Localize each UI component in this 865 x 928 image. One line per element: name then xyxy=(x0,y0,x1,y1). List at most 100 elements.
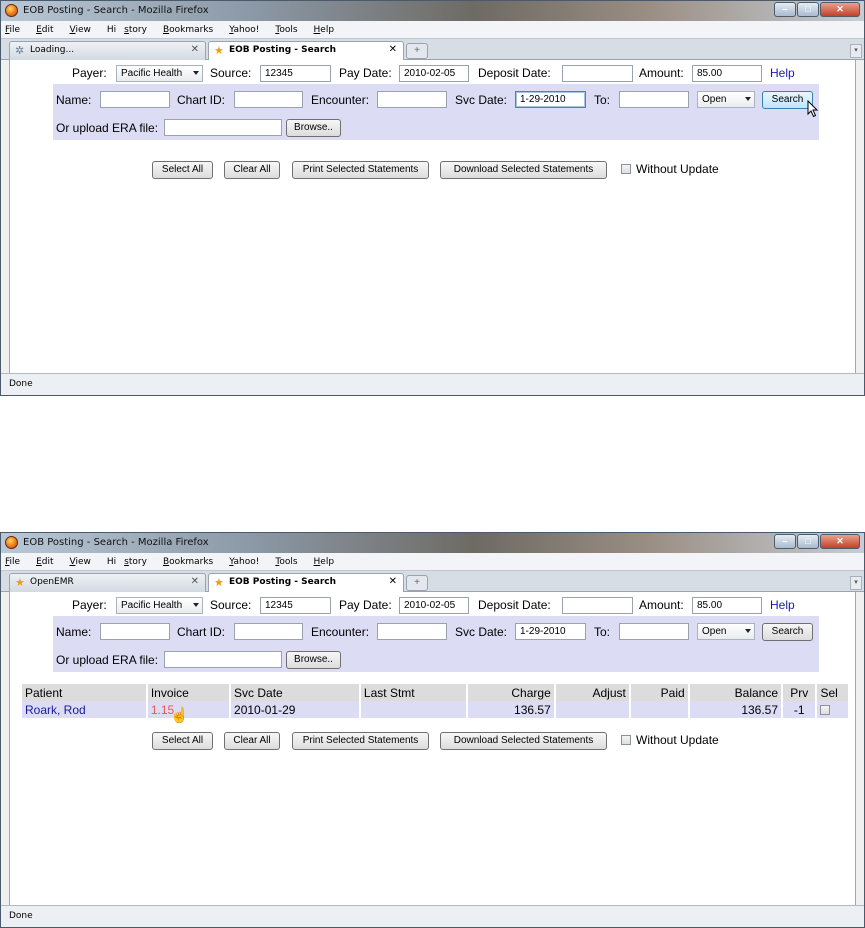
encounter-label: Encounter: xyxy=(311,93,370,107)
name-input[interactable] xyxy=(100,91,170,108)
title-bar[interactable]: EOB Posting - Search - Mozilla Firefox –… xyxy=(1,1,864,21)
tab-openemr[interactable]: ★ OpenEMR ✕ xyxy=(9,573,206,592)
close-tab-icon[interactable]: ✕ xyxy=(389,44,397,55)
era-file-input[interactable] xyxy=(164,119,282,136)
deposit-date-input[interactable] xyxy=(562,597,633,614)
new-tab-button[interactable]: + xyxy=(406,575,428,591)
select-all-button[interactable]: Select All xyxy=(152,161,213,179)
col-svc-date: Svc Date xyxy=(231,684,359,701)
maximize-button[interactable]: □ xyxy=(797,534,819,549)
close-tab-icon[interactable]: ✕ xyxy=(191,44,199,55)
without-update-checkbox[interactable] xyxy=(621,735,631,745)
deposit-date-input[interactable] xyxy=(562,65,633,82)
print-selected-button[interactable]: Print Selected Statements xyxy=(292,732,429,750)
select-all-button[interactable]: Select All xyxy=(152,732,213,750)
menu-edit[interactable]: Edit xyxy=(36,557,61,567)
title-bar[interactable]: EOB Posting - Search - Mozilla Firefox –… xyxy=(1,533,864,553)
search-button[interactable]: Search xyxy=(762,91,813,109)
tab-eob-posting[interactable]: ★ EOB Posting - Search ✕ xyxy=(208,41,404,61)
maximize-button[interactable]: □ xyxy=(797,2,819,17)
menu-view[interactable]: View xyxy=(70,557,99,567)
without-update-checkbox[interactable] xyxy=(621,164,631,174)
svc-date-to-input[interactable] xyxy=(619,623,689,640)
print-selected-button[interactable]: Print Selected Statements xyxy=(292,161,429,179)
help-link[interactable]: Help xyxy=(770,66,795,80)
browser-window-after: EOB Posting - Search - Mozilla Firefox –… xyxy=(0,532,865,928)
encounter-input[interactable] xyxy=(377,91,447,108)
name-input[interactable] xyxy=(100,623,170,640)
menu-view[interactable]: View xyxy=(70,25,99,35)
close-window-button[interactable]: ✕ xyxy=(820,534,860,549)
search-button[interactable]: Search xyxy=(762,623,813,641)
menu-yahoo[interactable]: Yahoo! xyxy=(229,557,267,567)
charge-cell: 136.57 xyxy=(468,701,554,718)
menu-file[interactable]: File xyxy=(5,25,28,35)
source-input[interactable]: 12345 xyxy=(260,597,331,614)
menu-history[interactable]: Hi story xyxy=(107,557,155,567)
menu-help[interactable]: Help xyxy=(314,557,343,567)
status-select[interactable]: Open xyxy=(697,91,755,108)
pay-date-input[interactable]: 2010-02-05 xyxy=(399,597,469,614)
menu-bookmarks[interactable]: Bookmarks xyxy=(163,557,221,567)
menu-tools[interactable]: Tools xyxy=(275,557,305,567)
era-file-input[interactable] xyxy=(164,651,282,668)
chevron-down-icon xyxy=(745,629,751,633)
firefox-icon xyxy=(5,4,18,17)
source-input[interactable]: 12345 xyxy=(260,65,331,82)
menu-tools[interactable]: Tools xyxy=(275,25,305,35)
help-link[interactable]: Help xyxy=(770,598,795,612)
row-select-checkbox[interactable] xyxy=(820,704,831,715)
page-content: Payer: Pacific Health Source: 12345 Pay … xyxy=(9,60,856,373)
col-balance: Balance xyxy=(689,684,782,701)
browse-button[interactable]: Browse.. xyxy=(286,119,341,137)
close-window-button[interactable]: ✕ xyxy=(820,2,860,17)
tab-eob-posting[interactable]: ★ EOB Posting - Search ✕ xyxy=(208,573,404,593)
amount-input[interactable]: 85.00 xyxy=(692,65,762,82)
pay-date-label: Pay Date: xyxy=(339,598,392,612)
to-label: To: xyxy=(594,625,611,639)
close-tab-icon[interactable]: ✕ xyxy=(191,576,199,587)
minimize-button[interactable]: – xyxy=(774,2,796,17)
payer-select[interactable]: Pacific Health xyxy=(116,597,203,614)
amount-label: Amount: xyxy=(639,66,684,80)
patient-link[interactable]: Roark, Rod xyxy=(22,701,146,718)
svc-date-to-input[interactable] xyxy=(619,91,689,108)
menu-edit[interactable]: Edit xyxy=(36,25,61,35)
menu-bar: File Edit View Hi story Bookmarks Yahoo! … xyxy=(1,553,864,570)
menu-file[interactable]: File xyxy=(5,557,28,567)
menu-yahoo[interactable]: Yahoo! xyxy=(229,25,267,35)
new-tab-button[interactable]: + xyxy=(406,43,428,59)
tab-scroll-icon[interactable]: ▾ xyxy=(850,576,862,590)
tab-loading[interactable]: ✲ Loading... ✕ xyxy=(9,41,206,60)
close-tab-icon[interactable]: ✕ xyxy=(389,576,397,587)
menu-bar: File Edit View Hi story Bookmarks Yahoo! … xyxy=(1,21,864,38)
menu-help[interactable]: Help xyxy=(314,25,343,35)
status-select[interactable]: Open xyxy=(697,623,755,640)
chart-id-input[interactable] xyxy=(234,623,303,640)
source-label: Source: xyxy=(210,66,252,80)
name-label: Name: xyxy=(56,625,92,639)
firefox-icon xyxy=(5,536,18,549)
browse-button[interactable]: Browse.. xyxy=(286,651,341,669)
tab-scroll-icon[interactable]: ▾ xyxy=(850,44,862,58)
menu-history[interactable]: Hi story xyxy=(107,25,155,35)
svc-date-input[interactable]: 1-29-2010 xyxy=(515,623,586,640)
download-selected-button[interactable]: Download Selected Statements xyxy=(440,161,607,179)
encounter-input[interactable] xyxy=(377,623,447,640)
pay-date-input[interactable]: 2010-02-05 xyxy=(399,65,469,82)
col-paid: Paid xyxy=(630,684,688,701)
minimize-button[interactable]: – xyxy=(774,534,796,549)
chevron-down-icon xyxy=(193,603,199,607)
payer-label: Payer: xyxy=(72,598,107,612)
col-patient: Patient xyxy=(22,684,146,701)
last-stmt-cell xyxy=(360,701,467,718)
chart-id-input[interactable] xyxy=(234,91,303,108)
clear-all-button[interactable]: Clear All xyxy=(224,161,280,179)
menu-bookmarks[interactable]: Bookmarks xyxy=(163,25,221,35)
amount-input[interactable]: 85.00 xyxy=(692,597,762,614)
download-selected-button[interactable]: Download Selected Statements xyxy=(440,732,607,750)
payer-select[interactable]: Pacific Health xyxy=(116,65,203,82)
clear-all-button[interactable]: Clear All xyxy=(224,732,280,750)
svc-date-input[interactable]: 1-29-2010 xyxy=(515,91,586,108)
without-update-label: Without Update xyxy=(636,733,719,747)
